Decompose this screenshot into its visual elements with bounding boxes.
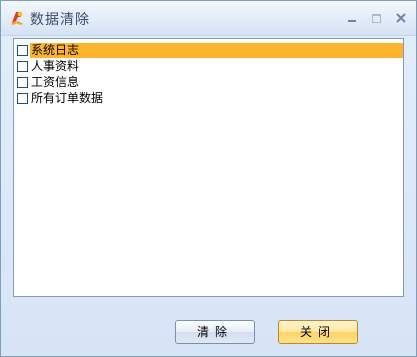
list-item-label: 人事资料 [31,58,80,73]
list-item-label: 工资信息 [31,74,80,89]
checkbox[interactable] [17,76,28,88]
maximize-icon [368,11,384,25]
list-item-all-orders[interactable]: 所有订单数据 [17,90,104,106]
clear-button[interactable]: 清除 [175,320,255,344]
list-item-label: 所有订单数据 [31,90,104,105]
close-icon[interactable] [393,11,409,25]
list-item-personnel[interactable]: 人事资料 [17,58,80,74]
list-item-salary[interactable]: 工资信息 [17,74,80,90]
checkbox[interactable] [17,92,28,104]
minimize-icon[interactable] [344,11,360,25]
checkbox[interactable] [17,60,28,72]
list-item-label: 系统日志 [30,42,403,58]
checkbox[interactable] [17,44,28,56]
window-title: 数据清除 [30,12,90,28]
close-button[interactable]: 关闭 [278,320,358,344]
title-bar[interactable]: 数据清除 [1,1,416,36]
app-logo-icon [8,9,26,27]
data-clear-dialog: 数据清除 系统日志 人事资料 工资信息 所有订单数据 清除 关闭 [0,0,417,357]
list-item-system-log[interactable]: 系统日志 [17,42,403,58]
clear-options-list[interactable]: 系统日志 人事资料 工资信息 所有订单数据 [13,38,404,297]
